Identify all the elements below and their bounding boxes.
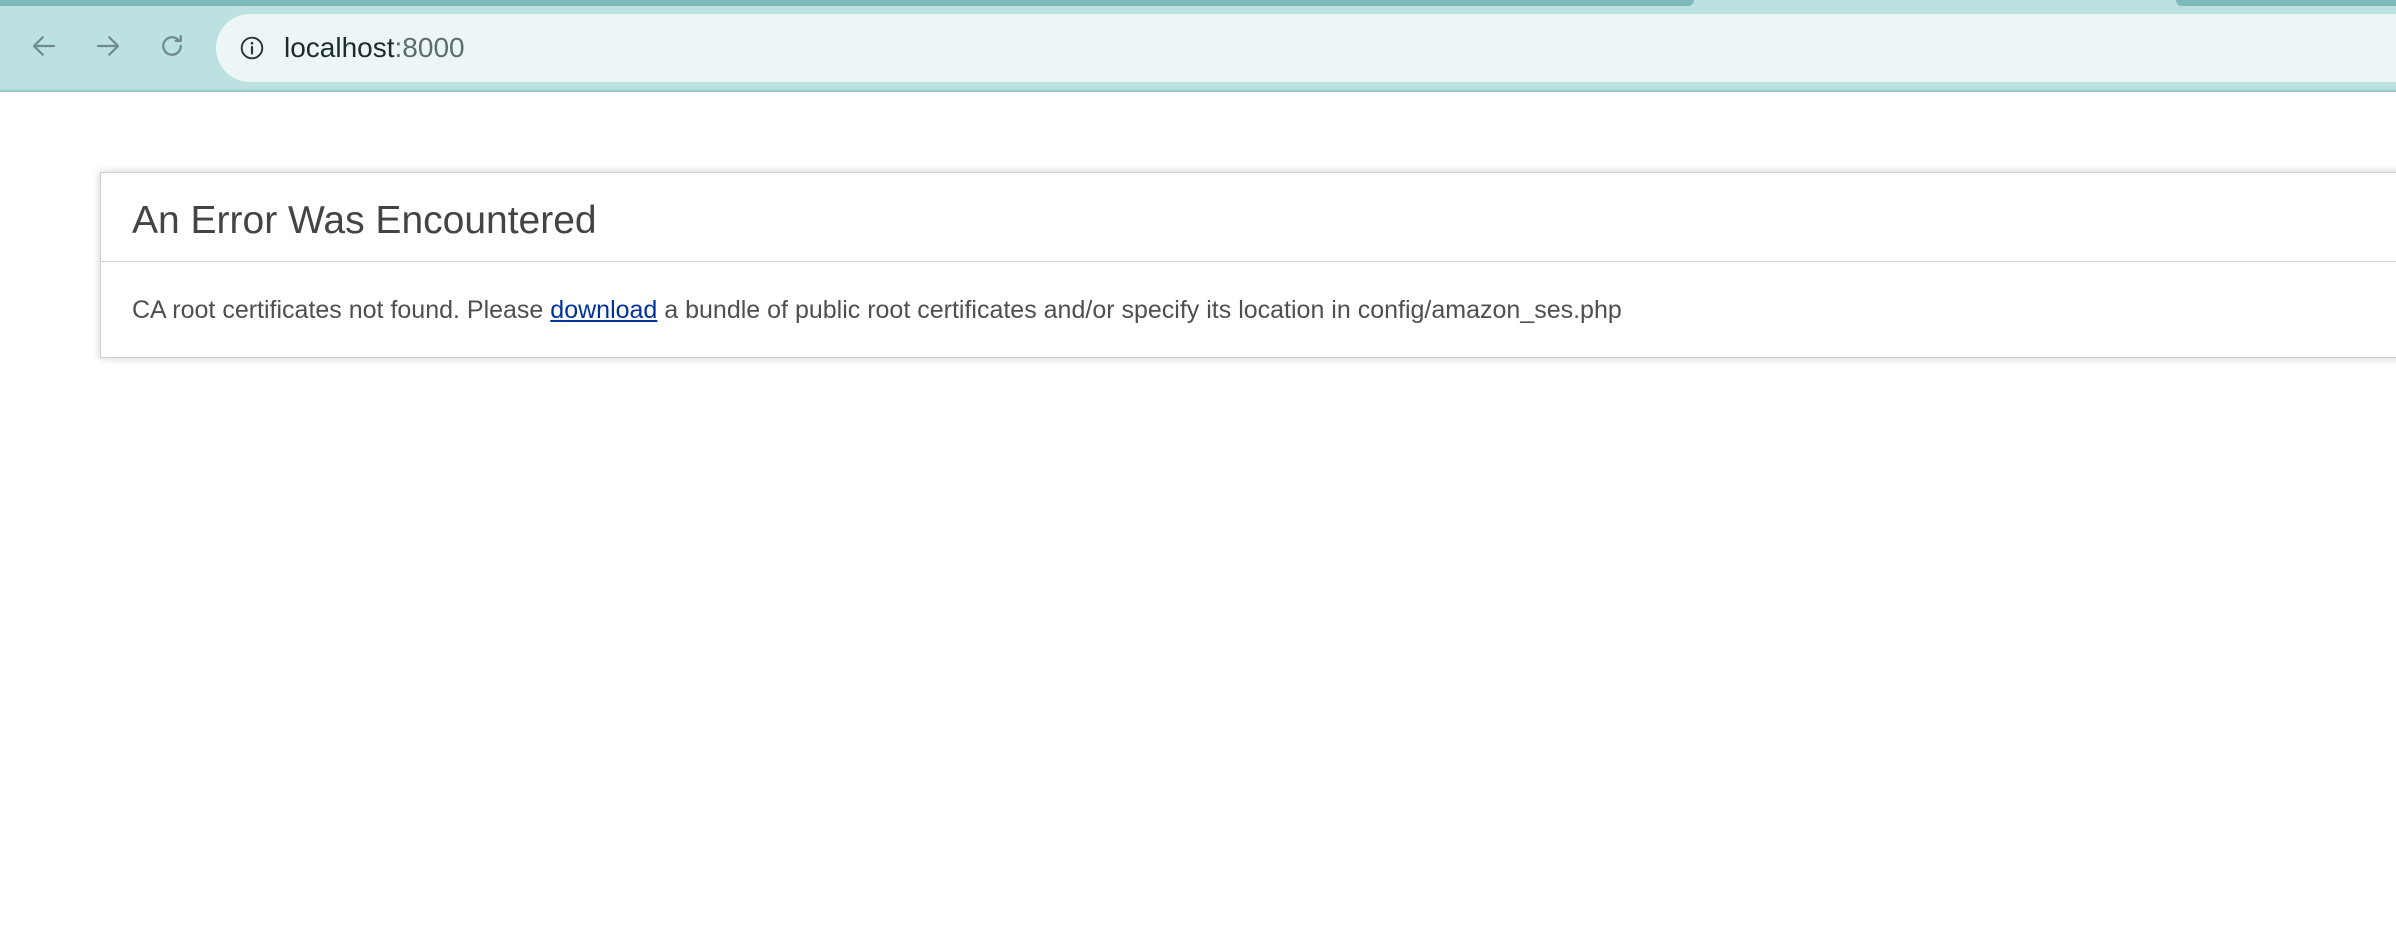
error-title: An Error Was Encountered — [132, 199, 597, 242]
error-message-text-before: CA root certificates not found. Please — [132, 296, 551, 324]
download-link[interactable]: download — [550, 296, 657, 324]
browser-toolbar: localhost:8000 — [0, 0, 2396, 92]
address-bar[interactable]: localhost:8000 — [216, 14, 2396, 82]
reload-button[interactable] — [152, 26, 192, 66]
url-host: localhost — [284, 32, 395, 63]
url-port: :8000 — [394, 32, 465, 63]
active-tab-indicator — [0, 0, 1694, 6]
forward-button[interactable] — [88, 26, 128, 66]
reload-icon — [162, 34, 182, 56]
tab-indicator-right — [2176, 0, 2396, 6]
info-icon[interactable] — [238, 34, 266, 62]
error-message-text-after: a bundle of public root certificates and… — [657, 296, 1622, 324]
arrow-right-icon — [96, 36, 120, 56]
error-container: An Error Was Encountered CA root certifi… — [100, 172, 2396, 358]
error-message: CA root certificates not found. Please d… — [132, 261, 1622, 359]
arrow-left-icon — [32, 36, 56, 56]
back-button[interactable] — [24, 26, 64, 66]
tab-strip — [0, 0, 2396, 7]
